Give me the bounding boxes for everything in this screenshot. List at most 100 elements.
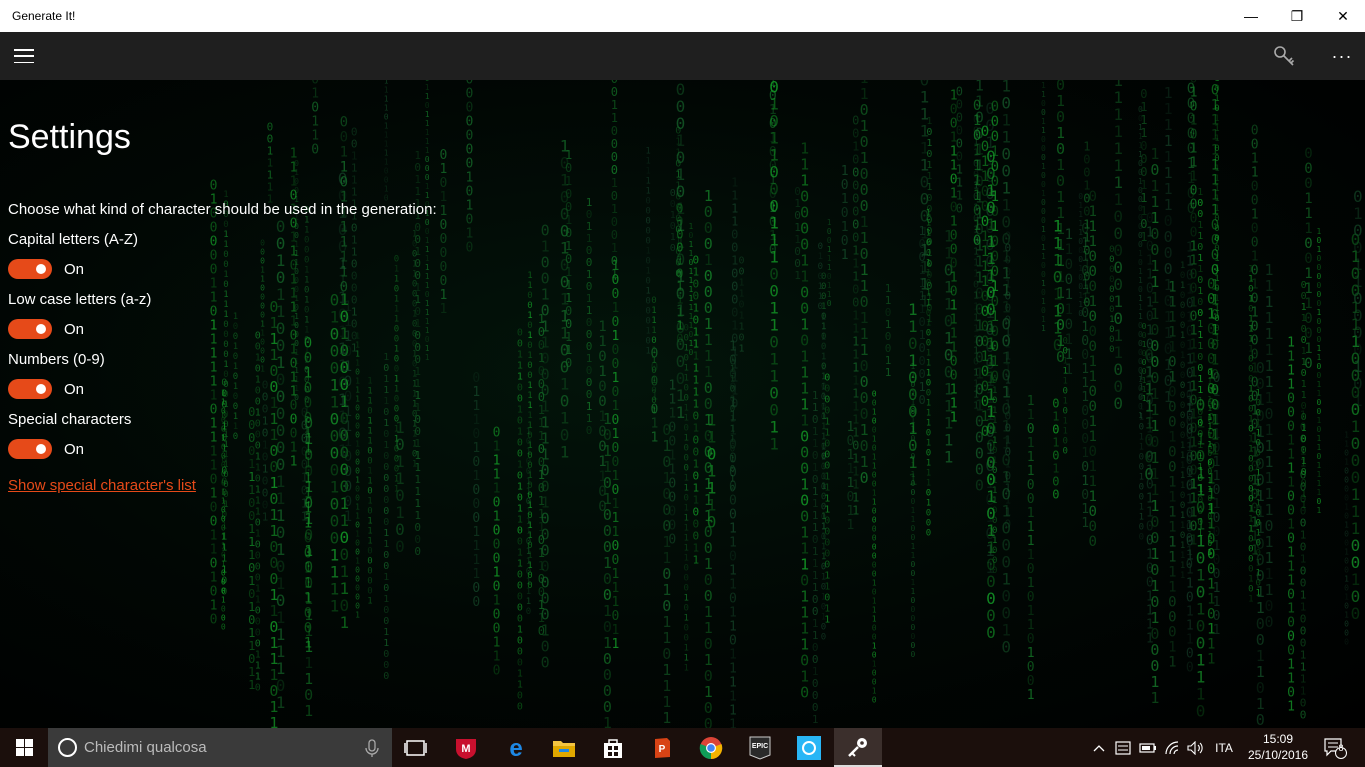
svg-text:0: 0 bbox=[1109, 245, 1114, 255]
svg-text:1: 1 bbox=[1213, 497, 1221, 512]
svg-text:0: 0 bbox=[1138, 222, 1143, 231]
svg-text:0: 0 bbox=[818, 242, 823, 252]
numbers-toggle[interactable] bbox=[8, 379, 52, 399]
sync-app-button[interactable] bbox=[785, 728, 833, 767]
battery-button[interactable] bbox=[1137, 728, 1159, 767]
minimize-button[interactable]: — bbox=[1228, 0, 1274, 32]
svg-text:1: 1 bbox=[527, 471, 532, 481]
cortana-search-box[interactable]: Chiedimi qualcosa bbox=[48, 728, 392, 767]
svg-text:0: 0 bbox=[412, 239, 417, 249]
close-button[interactable]: ✕ bbox=[1320, 0, 1365, 32]
svg-text:1: 1 bbox=[425, 236, 430, 245]
svg-text:0: 0 bbox=[304, 246, 309, 256]
svg-text:0: 0 bbox=[233, 432, 238, 442]
generate-it-taskbar-button[interactable] bbox=[834, 728, 882, 767]
keyboard-tray-button[interactable] bbox=[1113, 728, 1133, 767]
office-button[interactable]: P bbox=[638, 728, 686, 767]
svg-text:1: 1 bbox=[412, 369, 417, 379]
svg-text:0: 0 bbox=[872, 668, 877, 677]
svg-text:1: 1 bbox=[731, 254, 738, 268]
svg-text:1: 1 bbox=[210, 291, 218, 306]
svg-text:1: 1 bbox=[1139, 442, 1144, 452]
svg-text:0: 0 bbox=[221, 515, 226, 524]
svg-text:0: 0 bbox=[684, 604, 689, 614]
svg-text:0: 0 bbox=[383, 473, 389, 484]
svg-text:1: 1 bbox=[383, 528, 389, 539]
svg-text:0: 0 bbox=[852, 114, 859, 128]
svg-text:0: 0 bbox=[1197, 407, 1203, 418]
show-special-characters-link[interactable]: Show special character's list bbox=[8, 477, 196, 494]
svg-text:1: 1 bbox=[1168, 504, 1176, 520]
microphone-icon[interactable] bbox=[362, 738, 382, 758]
svg-text:1: 1 bbox=[852, 374, 859, 388]
svg-text:0: 0 bbox=[821, 493, 826, 503]
svg-text:0: 0 bbox=[926, 193, 932, 204]
svg-text:1: 1 bbox=[425, 128, 430, 137]
svg-text:1: 1 bbox=[210, 459, 218, 474]
network-button[interactable] bbox=[1162, 728, 1184, 767]
svg-text:0: 0 bbox=[872, 632, 877, 641]
hamburger-menu-button[interactable] bbox=[0, 32, 48, 80]
svg-text:0: 0 bbox=[383, 671, 389, 682]
svg-text:1: 1 bbox=[1317, 470, 1322, 479]
store-button[interactable] bbox=[589, 728, 637, 767]
svg-text:0: 0 bbox=[911, 596, 916, 605]
special-characters-toggle[interactable] bbox=[8, 439, 52, 459]
svg-text:0: 0 bbox=[383, 407, 389, 418]
edge-button[interactable]: e bbox=[492, 728, 540, 767]
clock[interactable]: 15:09 25/10/2016 bbox=[1244, 731, 1312, 763]
mcafee-button[interactable]: M bbox=[442, 728, 490, 767]
epic-games-button[interactable]: EPIC bbox=[736, 728, 784, 767]
svg-text:0: 0 bbox=[1251, 235, 1259, 250]
svg-text:0: 0 bbox=[981, 364, 989, 380]
svg-text:0: 0 bbox=[1317, 299, 1322, 308]
more-options-button[interactable]: ··· bbox=[1320, 32, 1364, 80]
svg-text:0: 0 bbox=[911, 533, 916, 542]
svg-text:1: 1 bbox=[472, 469, 480, 484]
svg-text:1: 1 bbox=[233, 422, 238, 432]
svg-text:1: 1 bbox=[367, 526, 372, 536]
file-explorer-button[interactable] bbox=[540, 728, 588, 767]
svg-text:1: 1 bbox=[223, 310, 228, 320]
svg-text:1: 1 bbox=[1353, 391, 1363, 410]
task-view-button[interactable] bbox=[392, 728, 440, 767]
generate-button[interactable] bbox=[1262, 32, 1306, 80]
svg-text:0: 0 bbox=[919, 315, 926, 329]
svg-text:0: 0 bbox=[1211, 398, 1219, 414]
action-center-button[interactable]: 8 bbox=[1320, 728, 1350, 767]
svg-text:1: 1 bbox=[821, 403, 826, 413]
svg-text:0: 0 bbox=[676, 267, 683, 281]
svg-text:0: 0 bbox=[684, 564, 689, 574]
svg-text:0: 0 bbox=[981, 394, 989, 410]
svg-text:1: 1 bbox=[1287, 658, 1295, 673]
svg-text:1: 1 bbox=[1186, 618, 1194, 633]
show-hidden-icons-button[interactable] bbox=[1089, 728, 1109, 767]
svg-text:0: 0 bbox=[1317, 497, 1322, 506]
svg-text:1: 1 bbox=[956, 162, 963, 176]
svg-text:1: 1 bbox=[1207, 521, 1212, 530]
special-characters-state: On bbox=[64, 441, 85, 458]
svg-text:0: 0 bbox=[383, 561, 389, 572]
start-button[interactable] bbox=[0, 728, 48, 767]
svg-text:1: 1 bbox=[981, 409, 989, 425]
capital-letters-toggle[interactable] bbox=[8, 259, 52, 279]
svg-text:1: 1 bbox=[210, 375, 218, 390]
svg-text:0: 0 bbox=[472, 483, 480, 498]
svg-text:1: 1 bbox=[526, 597, 531, 607]
svg-text:1: 1 bbox=[1138, 312, 1143, 321]
svg-text:0: 0 bbox=[340, 114, 348, 130]
volume-button[interactable] bbox=[1185, 728, 1207, 767]
restore-button[interactable]: ❐ bbox=[1274, 0, 1320, 32]
svg-text:1: 1 bbox=[872, 614, 877, 623]
svg-text:0: 0 bbox=[527, 511, 532, 521]
low-case-letters-toggle[interactable] bbox=[8, 319, 52, 339]
svg-text:1: 1 bbox=[1063, 417, 1068, 427]
svg-text:0: 0 bbox=[440, 148, 448, 163]
input-language-button[interactable]: ITA bbox=[1210, 728, 1238, 767]
svg-text:1: 1 bbox=[301, 510, 308, 524]
svg-text:0: 0 bbox=[675, 126, 681, 137]
chrome-button[interactable] bbox=[687, 728, 735, 767]
svg-text:1: 1 bbox=[493, 454, 501, 469]
svg-text:0: 0 bbox=[1207, 512, 1212, 521]
svg-text:0: 0 bbox=[1287, 588, 1295, 603]
